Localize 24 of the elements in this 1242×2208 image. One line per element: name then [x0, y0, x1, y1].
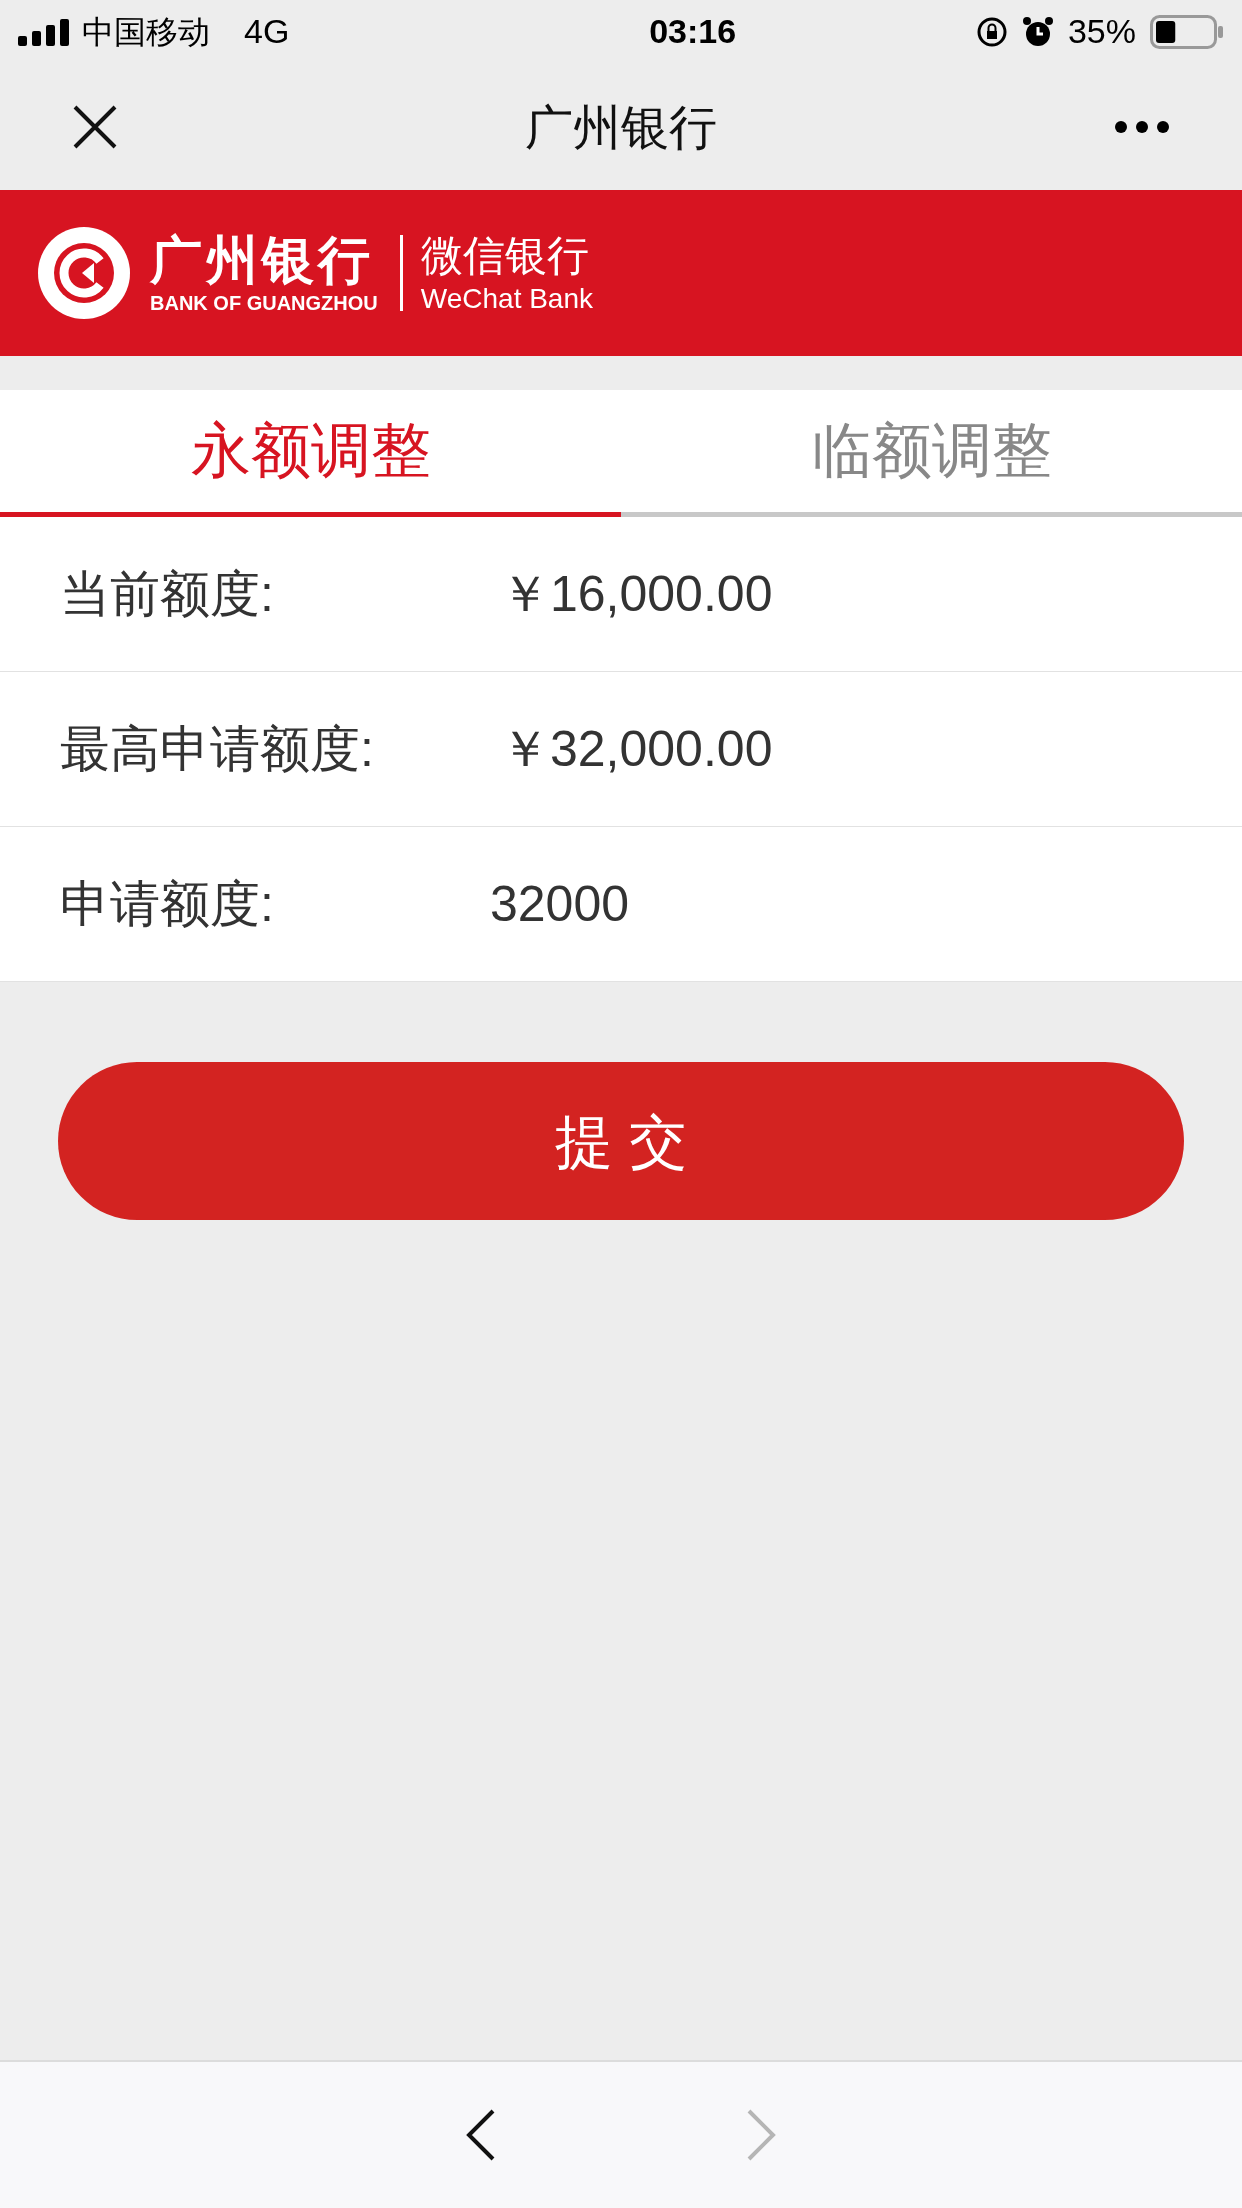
- amount-value: ￥32,000.00: [500, 719, 773, 779]
- back-icon[interactable]: [466, 2109, 496, 2161]
- battery-percent: 35%: [1067, 11, 1136, 52]
- alarm-icon: [1021, 15, 1054, 48]
- status-time: 03:16: [649, 11, 737, 52]
- field-label: 当前额度:: [60, 564, 275, 624]
- page-title: 广州银行: [525, 97, 717, 157]
- carrier-name: 中国移动: [82, 11, 210, 53]
- amount-input[interactable]: 32000: [490, 866, 1090, 942]
- bank-logo-icon: [36, 225, 132, 321]
- service-name-english: WeChat Bank: [420, 282, 593, 316]
- submit-button[interactable]: 提 交: [58, 1062, 1184, 1220]
- more-icon[interactable]: [1114, 119, 1170, 134]
- battery-icon: [1150, 14, 1224, 49]
- close-icon[interactable]: [72, 103, 118, 150]
- bank-name-english: BANK OF GUANGZHOU: [150, 291, 378, 316]
- field-label: 最高申请额度:: [60, 719, 375, 779]
- network-type: 4G: [244, 11, 290, 52]
- amount-value: ￥16,000.00: [500, 564, 773, 624]
- signal-icon: [18, 17, 72, 46]
- service-name: 微信银行: [420, 230, 589, 282]
- field-label: 申请额度:: [60, 874, 275, 934]
- rotation-lock-icon: [975, 15, 1008, 48]
- bank-name: 广州银行: [150, 230, 374, 290]
